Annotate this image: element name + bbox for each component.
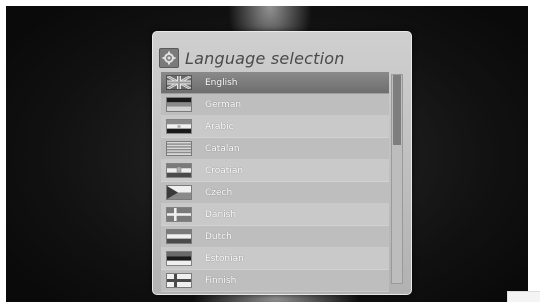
language-item-dutch[interactable]: Dutch — [161, 226, 389, 248]
language-item-english[interactable]: English — [161, 72, 389, 94]
scrollbar-thumb[interactable] — [393, 75, 401, 145]
dialog-header: Language selection — [159, 46, 399, 70]
gear-icon — [159, 48, 179, 68]
language-label: Catalan — [205, 143, 240, 154]
language-selection-dialog: Language selection English German Arabic… — [152, 31, 412, 295]
dialog-title: Language selection — [185, 48, 345, 68]
catalonia-flag-icon — [167, 142, 191, 155]
language-item-german[interactable]: German — [161, 94, 389, 116]
language-item-arabic[interactable]: Arabic — [161, 116, 389, 138]
language-label: Finnish — [205, 275, 237, 286]
language-item-catalan[interactable]: Catalan — [161, 138, 389, 160]
netherlands-flag-icon — [167, 230, 191, 243]
language-label: Czech — [205, 187, 233, 198]
language-label: Danish — [205, 209, 237, 220]
estonia-flag-icon — [167, 252, 191, 265]
language-item-danish[interactable]: Danish — [161, 204, 389, 226]
denmark-flag-icon — [167, 208, 191, 221]
language-label: Croatian — [205, 165, 244, 176]
arabic-flag-icon — [167, 120, 191, 133]
language-item-czech[interactable]: Czech — [161, 182, 389, 204]
language-item-finnish[interactable]: Finnish — [161, 270, 389, 292]
finland-flag-icon — [167, 274, 191, 287]
list-scrollbar[interactable] — [391, 74, 403, 284]
language-item-croatian[interactable]: Croatian — [161, 160, 389, 182]
czech-flag-icon — [167, 186, 191, 199]
germany-flag-icon — [167, 98, 191, 111]
language-label: Dutch — [205, 231, 232, 242]
language-label: Estonian — [205, 253, 244, 264]
language-item-estonian[interactable]: Estonian — [161, 248, 389, 270]
croatia-flag-icon — [167, 164, 191, 177]
language-label: Arabic — [205, 121, 234, 132]
language-label: English — [205, 77, 238, 88]
tv-screen: Language selection English German Arabic… — [6, 6, 528, 302]
corner-badge — [507, 291, 540, 302]
language-list[interactable]: English German Arabic Catalan Croatian C… — [161, 72, 389, 292]
uk-flag-icon — [167, 76, 191, 89]
language-label: German — [205, 99, 242, 110]
